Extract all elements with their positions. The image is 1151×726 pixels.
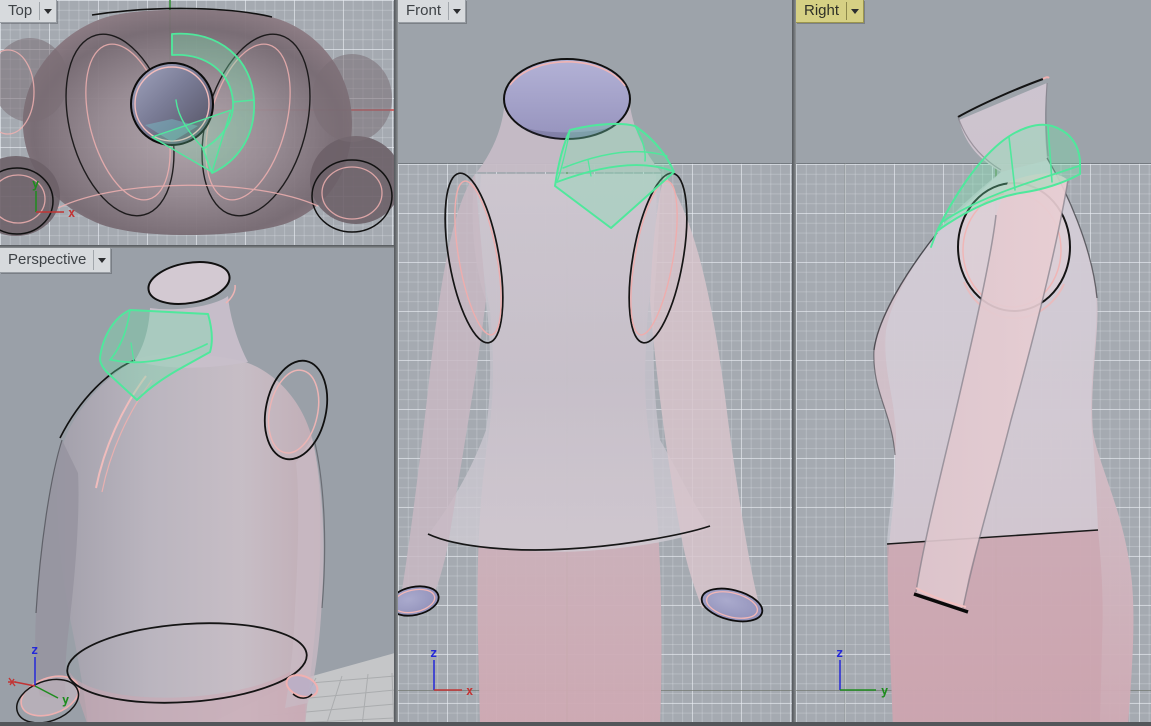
viewport-title-label: Front bbox=[406, 2, 442, 19]
viewport-title-perspective[interactable]: Perspective bbox=[0, 248, 112, 273]
viewport-title-label: Perspective bbox=[8, 251, 87, 268]
viewport-right: z y Right bbox=[796, 0, 1151, 726]
front-axis-icon: z x bbox=[430, 646, 473, 698]
axis-y-label: y bbox=[32, 177, 39, 191]
right-viewport-canvas[interactable]: z y bbox=[796, 0, 1151, 726]
cplane-origin-marker bbox=[8, 677, 16, 687]
viewport-divider-vertical-2[interactable] bbox=[792, 0, 796, 726]
viewport-divider-vertical-1[interactable] bbox=[394, 0, 398, 726]
window-bottom-edge bbox=[0, 722, 1151, 726]
viewport-title-label: Right bbox=[804, 2, 840, 19]
viewport-menu-arrow-icon[interactable] bbox=[40, 0, 56, 22]
viewport-title-front[interactable]: Front bbox=[398, 0, 467, 23]
viewport-menu-arrow-icon[interactable] bbox=[847, 0, 863, 22]
viewport-grid-layout: y x Top z y Perspective z x Front z y Ri… bbox=[0, 0, 1151, 726]
axis-z-label: z bbox=[31, 643, 38, 657]
viewport-perspective: z y Perspective bbox=[0, 248, 394, 726]
viewport-title-top[interactable]: Top bbox=[0, 0, 58, 23]
viewport-menu-arrow-icon[interactable] bbox=[449, 0, 465, 22]
axis-z-label: z bbox=[836, 646, 843, 660]
viewport-title-label: Top bbox=[8, 2, 33, 19]
axis-z-label: z bbox=[430, 646, 437, 660]
viewport-front: z x Front bbox=[398, 0, 792, 726]
perspective-viewport-canvas[interactable]: z y bbox=[0, 248, 394, 726]
viewport-top: y x Top bbox=[0, 0, 394, 245]
axis-x-label: x bbox=[466, 684, 473, 698]
right-axis-icon: z y bbox=[836, 646, 888, 698]
axis-x-label: x bbox=[68, 206, 75, 220]
viewport-title-right[interactable]: Right bbox=[796, 0, 865, 23]
top-viewport-canvas[interactable]: y x bbox=[0, 0, 394, 245]
axis-y-label: y bbox=[881, 684, 888, 698]
front-viewport-canvas[interactable]: z x bbox=[398, 0, 792, 726]
axis-y-label: y bbox=[62, 693, 69, 707]
viewport-menu-arrow-icon[interactable] bbox=[94, 248, 110, 272]
